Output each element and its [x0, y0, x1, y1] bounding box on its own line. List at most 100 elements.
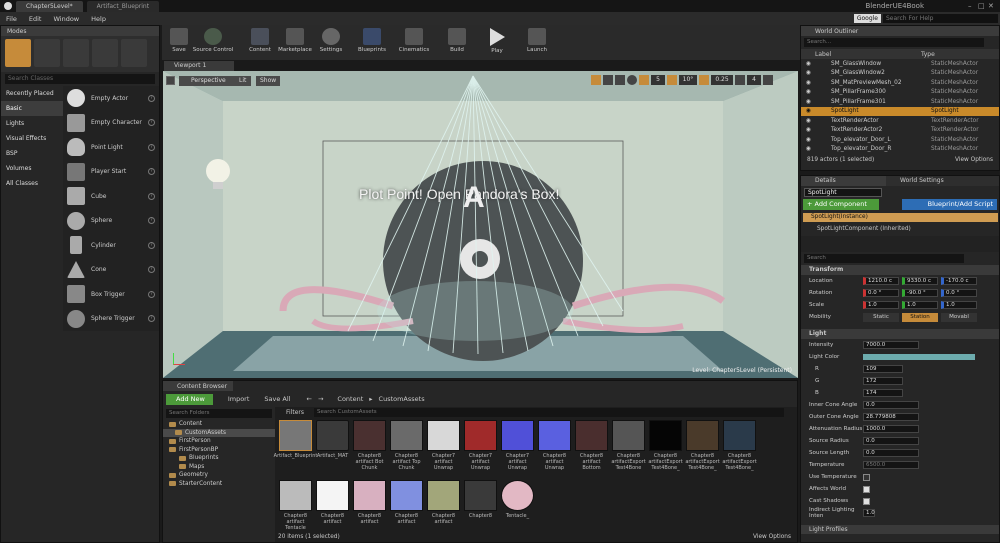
category-visual-effects[interactable]: Visual Effects [1, 131, 63, 146]
asset-tile[interactable]: Chapter8 artifact Top Chunk [389, 420, 424, 478]
folder-item[interactable]: Geometry [163, 471, 275, 480]
label-column-header[interactable]: Label [801, 51, 921, 58]
save-all-button[interactable]: Save All [255, 395, 290, 403]
visibility-eye-icon[interactable]: ◉ [801, 89, 831, 95]
scale-y[interactable]: 1.0 [902, 301, 938, 309]
help-icon[interactable]: ? [148, 290, 155, 298]
maximize-icon[interactable]: □ [978, 2, 988, 10]
table-row[interactable]: ◉ Top_elevator_Door_R StaticMeshActor [801, 145, 999, 155]
table-row[interactable]: ◉ SM_PillarFrame301 StaticMeshActor [801, 97, 999, 107]
asset-tile[interactable]: Tentacle_ [500, 480, 535, 538]
folder-item[interactable]: FirstPerson [163, 437, 275, 446]
scale-z[interactable]: 1.0 [941, 301, 977, 309]
folder-item[interactable]: StarterContent [163, 480, 275, 489]
save-button[interactable]: Save [162, 28, 196, 58]
rotation-snap-value[interactable]: 10° [679, 75, 697, 85]
location-x[interactable]: 1210.0 c [863, 277, 899, 285]
list-item[interactable]: Sphere? [63, 209, 159, 234]
content-view-options[interactable]: View Options [753, 534, 791, 540]
perspective-button[interactable]: Perspective [179, 76, 232, 86]
show-button[interactable]: Show [256, 76, 281, 86]
asset-tile[interactable]: Chapter8 artifactExport Test4Bone [611, 420, 646, 478]
list-item[interactable]: Player Start? [63, 160, 159, 185]
asset-tile[interactable]: Chapter7 artifact Unwrap [500, 420, 535, 478]
attenuation-field[interactable]: 1000.0 [863, 425, 919, 433]
play-button[interactable]: Play [480, 28, 514, 58]
folder-item[interactable]: Maps [163, 463, 275, 472]
grid-snap-value[interactable]: 5 [651, 75, 665, 85]
asset-tile[interactable]: Chapter8 artifact [315, 480, 350, 538]
outliner-search[interactable]: Search... [804, 38, 984, 47]
table-row[interactable]: ◉ SM_MatPreviewMesh_02 StaticMeshActor [801, 78, 999, 88]
tab-world-settings[interactable]: World Settings [886, 176, 971, 186]
component-row[interactable]: SpotLightComponent (Inherited) [801, 222, 999, 236]
help-icon[interactable]: ? [148, 241, 155, 249]
help-icon[interactable]: ? [148, 168, 155, 176]
category-basic[interactable]: Basic [1, 101, 63, 116]
category-bsp[interactable]: BSP [1, 146, 63, 161]
use-temperature-checkbox[interactable] [863, 473, 870, 481]
breadcrumb-child[interactable]: CustomAssets [379, 395, 425, 403]
menu-file[interactable]: File [0, 15, 23, 23]
camera-speed-value[interactable]: 4 [747, 75, 761, 85]
forward-arrow-icon[interactable]: → [318, 395, 323, 403]
folder-item-selected[interactable]: CustomAssets [163, 428, 275, 437]
folder-item[interactable]: Blueprints [163, 454, 275, 463]
menu-window[interactable]: Window [47, 15, 85, 23]
asset-tile[interactable]: Chapter8 artifact [352, 480, 387, 538]
cinematics-button[interactable]: Cinematics [397, 28, 431, 58]
asset-tile[interactable]: Chapter8 artifact Unwrap [537, 420, 572, 478]
details-search[interactable]: Search [804, 254, 964, 263]
minimize-icon[interactable]: – [968, 2, 978, 10]
asset-tile[interactable]: Chapter8 artifactExport Test4Bone_ [648, 420, 683, 478]
visibility-eye-icon[interactable]: ◉ [801, 118, 831, 124]
light-profiles-section[interactable]: Light Profiles [801, 525, 999, 534]
asset-tile[interactable]: Chapter8 artifactExport Test4Bone_ [685, 420, 720, 478]
list-item[interactable]: Cone? [63, 258, 159, 283]
landscape-mode-icon[interactable] [63, 39, 89, 67]
asset-tile[interactable]: Chapter7 artifact Unwrap [463, 420, 498, 478]
paint-mode-icon[interactable] [34, 39, 60, 67]
location-z[interactable]: -170.0 c [941, 277, 977, 285]
asset-tile[interactable]: Artifact_MAT [315, 420, 350, 478]
rotation-snap-icon[interactable] [667, 75, 677, 85]
breadcrumb-root[interactable]: Content [337, 395, 363, 403]
folder-item[interactable]: FirstPersonBP [163, 446, 275, 455]
close-icon[interactable]: ✕ [988, 2, 1000, 10]
marketplace-button[interactable]: Marketplace [277, 28, 313, 58]
category-all-classes[interactable]: All Classes [1, 176, 63, 191]
color-r-field[interactable]: 109 [863, 365, 903, 373]
table-row[interactable]: ◉ SM_GlassWindow StaticMeshActor [801, 59, 999, 69]
visibility-eye-icon[interactable]: ◉ [801, 146, 831, 152]
table-row[interactable]: ◉ SM_PillarFrame300 StaticMeshActor [801, 88, 999, 98]
build-button[interactable]: Build [440, 28, 474, 58]
cast-shadows-checkbox[interactable] [863, 497, 870, 505]
geometry-mode-icon[interactable] [121, 39, 147, 67]
add-new-button[interactable]: Add New [166, 393, 213, 405]
lit-button[interactable]: Lit [229, 76, 252, 86]
temperature-field[interactable]: 6500.0 [863, 461, 919, 469]
category-lights[interactable]: Lights [1, 116, 63, 131]
affects-world-checkbox[interactable] [863, 485, 870, 493]
back-arrow-icon[interactable]: ← [307, 395, 312, 403]
viewport-options-icon[interactable] [166, 76, 175, 85]
list-item[interactable]: Cube? [63, 184, 159, 209]
rotation-y[interactable]: -90.0 ° [902, 289, 938, 297]
blueprint-add-script-button[interactable]: Blueprint/Add Script [902, 199, 997, 210]
world-icon[interactable] [627, 75, 637, 85]
asset-tile-selected[interactable]: Artifact_Blueprint [274, 420, 317, 478]
tab-details[interactable]: Details [801, 176, 886, 186]
source-radius-field[interactable]: 0.0 [863, 437, 919, 445]
help-icon[interactable]: ? [148, 192, 155, 200]
launch-button[interactable]: Launch [520, 28, 554, 58]
table-row[interactable]: ◉ TextRenderActor2 TextRenderActor [801, 126, 999, 136]
help-icon[interactable]: ? [148, 143, 155, 151]
intensity-field[interactable]: 7000.0 [863, 341, 919, 349]
help-icon[interactable]: ? [148, 94, 155, 102]
help-search-input[interactable]: Search For Help [883, 14, 998, 23]
list-item[interactable]: Cylinder? [63, 233, 159, 258]
asset-tile[interactable]: Chapter8 artifact [389, 480, 424, 538]
actor-name-field[interactable]: SpotLight [804, 188, 882, 197]
color-g-field[interactable]: 172 [863, 377, 903, 385]
location-y[interactable]: 9330.0 c [902, 277, 938, 285]
